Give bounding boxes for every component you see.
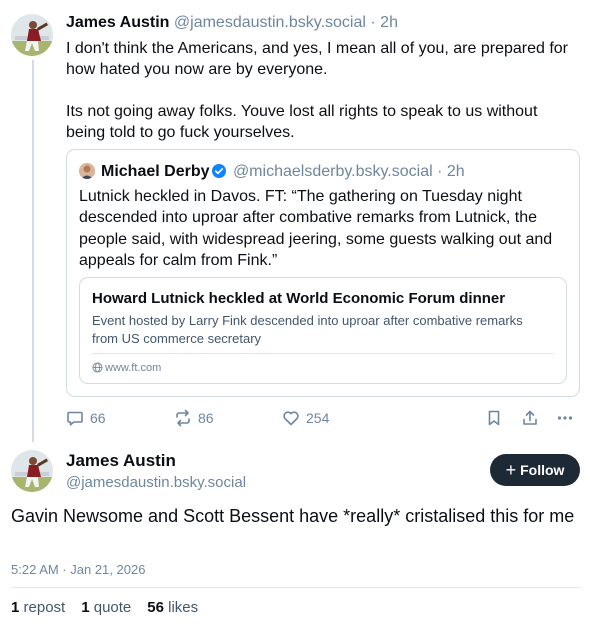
- quote-avatar: [79, 163, 95, 179]
- post-text: I don't think the Americans, and yes, I …: [66, 38, 571, 143]
- reply-count: 66: [90, 410, 106, 426]
- author-handle[interactable]: @jamesdaustin.bsky.social: [66, 473, 246, 493]
- post-header: James Austin @jamesdaustin.bsky.social ·…: [66, 13, 398, 33]
- post-paragraph: Its not going away folks. Youve lost all…: [66, 103, 538, 141]
- speech-bubble-icon: [67, 411, 83, 426]
- follow-button[interactable]: + Follow: [490, 454, 580, 486]
- verified-check-icon: [212, 164, 227, 178]
- more-options-button[interactable]: [556, 408, 574, 428]
- separator-dot: ·: [437, 163, 443, 180]
- quote-header: Michael Derby @michaelsderby.bsky.social…: [101, 162, 465, 182]
- plus-icon: +: [505, 460, 517, 480]
- link-card-divider: [92, 353, 554, 354]
- reposts-stat[interactable]: 1 repost: [11, 598, 65, 618]
- author-handle[interactable]: @jamesdaustin.bsky.social: [174, 14, 366, 31]
- avatar[interactable]: [11, 14, 53, 56]
- post-paragraph: I don't think the Americans, and yes, I …: [66, 40, 568, 78]
- bookmark-icon: [488, 410, 500, 426]
- thread-connector-line: [32, 60, 34, 442]
- quotes-label: quote: [93, 599, 132, 616]
- quote-time[interactable]: 2h: [447, 163, 465, 180]
- link-card-domain: www.ft.com: [92, 360, 161, 376]
- author-name[interactable]: James Austin: [66, 450, 176, 472]
- likes-label: likes: [168, 599, 199, 616]
- follow-label: Follow: [520, 462, 565, 478]
- reposts-label: repost: [23, 599, 66, 616]
- quotes-count: 1: [81, 599, 90, 616]
- separator-dot: ·: [370, 14, 376, 31]
- globe-icon: [92, 362, 103, 373]
- link-card-title: Howard Lutnick heckled at World Economic…: [92, 290, 506, 307]
- quotes-stat[interactable]: 1 quote: [81, 598, 131, 618]
- share-button[interactable]: [521, 408, 539, 428]
- repost-button[interactable]: 86: [174, 408, 214, 428]
- engagement-stats: 1 repost 1 quote 56 likes: [11, 598, 198, 618]
- quote-post-card[interactable]: Michael Derby @michaelsderby.bsky.social…: [66, 149, 580, 397]
- like-count: 254: [306, 410, 330, 426]
- reply-button[interactable]: 66: [66, 408, 106, 428]
- repost-arrows-icon: [176, 409, 190, 427]
- author-name[interactable]: James Austin: [66, 14, 169, 31]
- link-card[interactable]: Howard Lutnick heckled at World Economic…: [79, 277, 567, 384]
- link-card-description: Event hosted by Larry Fink descended int…: [92, 313, 523, 346]
- reposts-count: 1: [11, 599, 20, 616]
- share-icon: [523, 410, 537, 425]
- post-time[interactable]: 2h: [380, 14, 398, 31]
- post-text: Gavin Newsome and Scott Bessent have *re…: [11, 506, 575, 526]
- quote-author-handle[interactable]: @michaelsderby.bsky.social: [233, 163, 433, 180]
- quote-author-name[interactable]: Michael Derby: [101, 163, 209, 180]
- link-card-domain-text: www.ft.com: [105, 362, 162, 374]
- likes-stat[interactable]: 56 likes: [147, 598, 198, 618]
- avatar[interactable]: [11, 450, 53, 492]
- like-button[interactable]: 254: [282, 408, 329, 428]
- repost-count: 86: [198, 410, 214, 426]
- divider: [11, 587, 580, 588]
- post-timestamp[interactable]: 5:22 AM · Jan 21, 2026: [11, 561, 145, 579]
- likes-count: 56: [147, 599, 164, 616]
- bookmark-button[interactable]: [485, 408, 503, 428]
- heart-icon: [283, 411, 299, 426]
- quote-text: Lutnick heckled in Davos. FT: “The gathe…: [79, 188, 553, 269]
- ellipsis-icon: [557, 416, 573, 420]
